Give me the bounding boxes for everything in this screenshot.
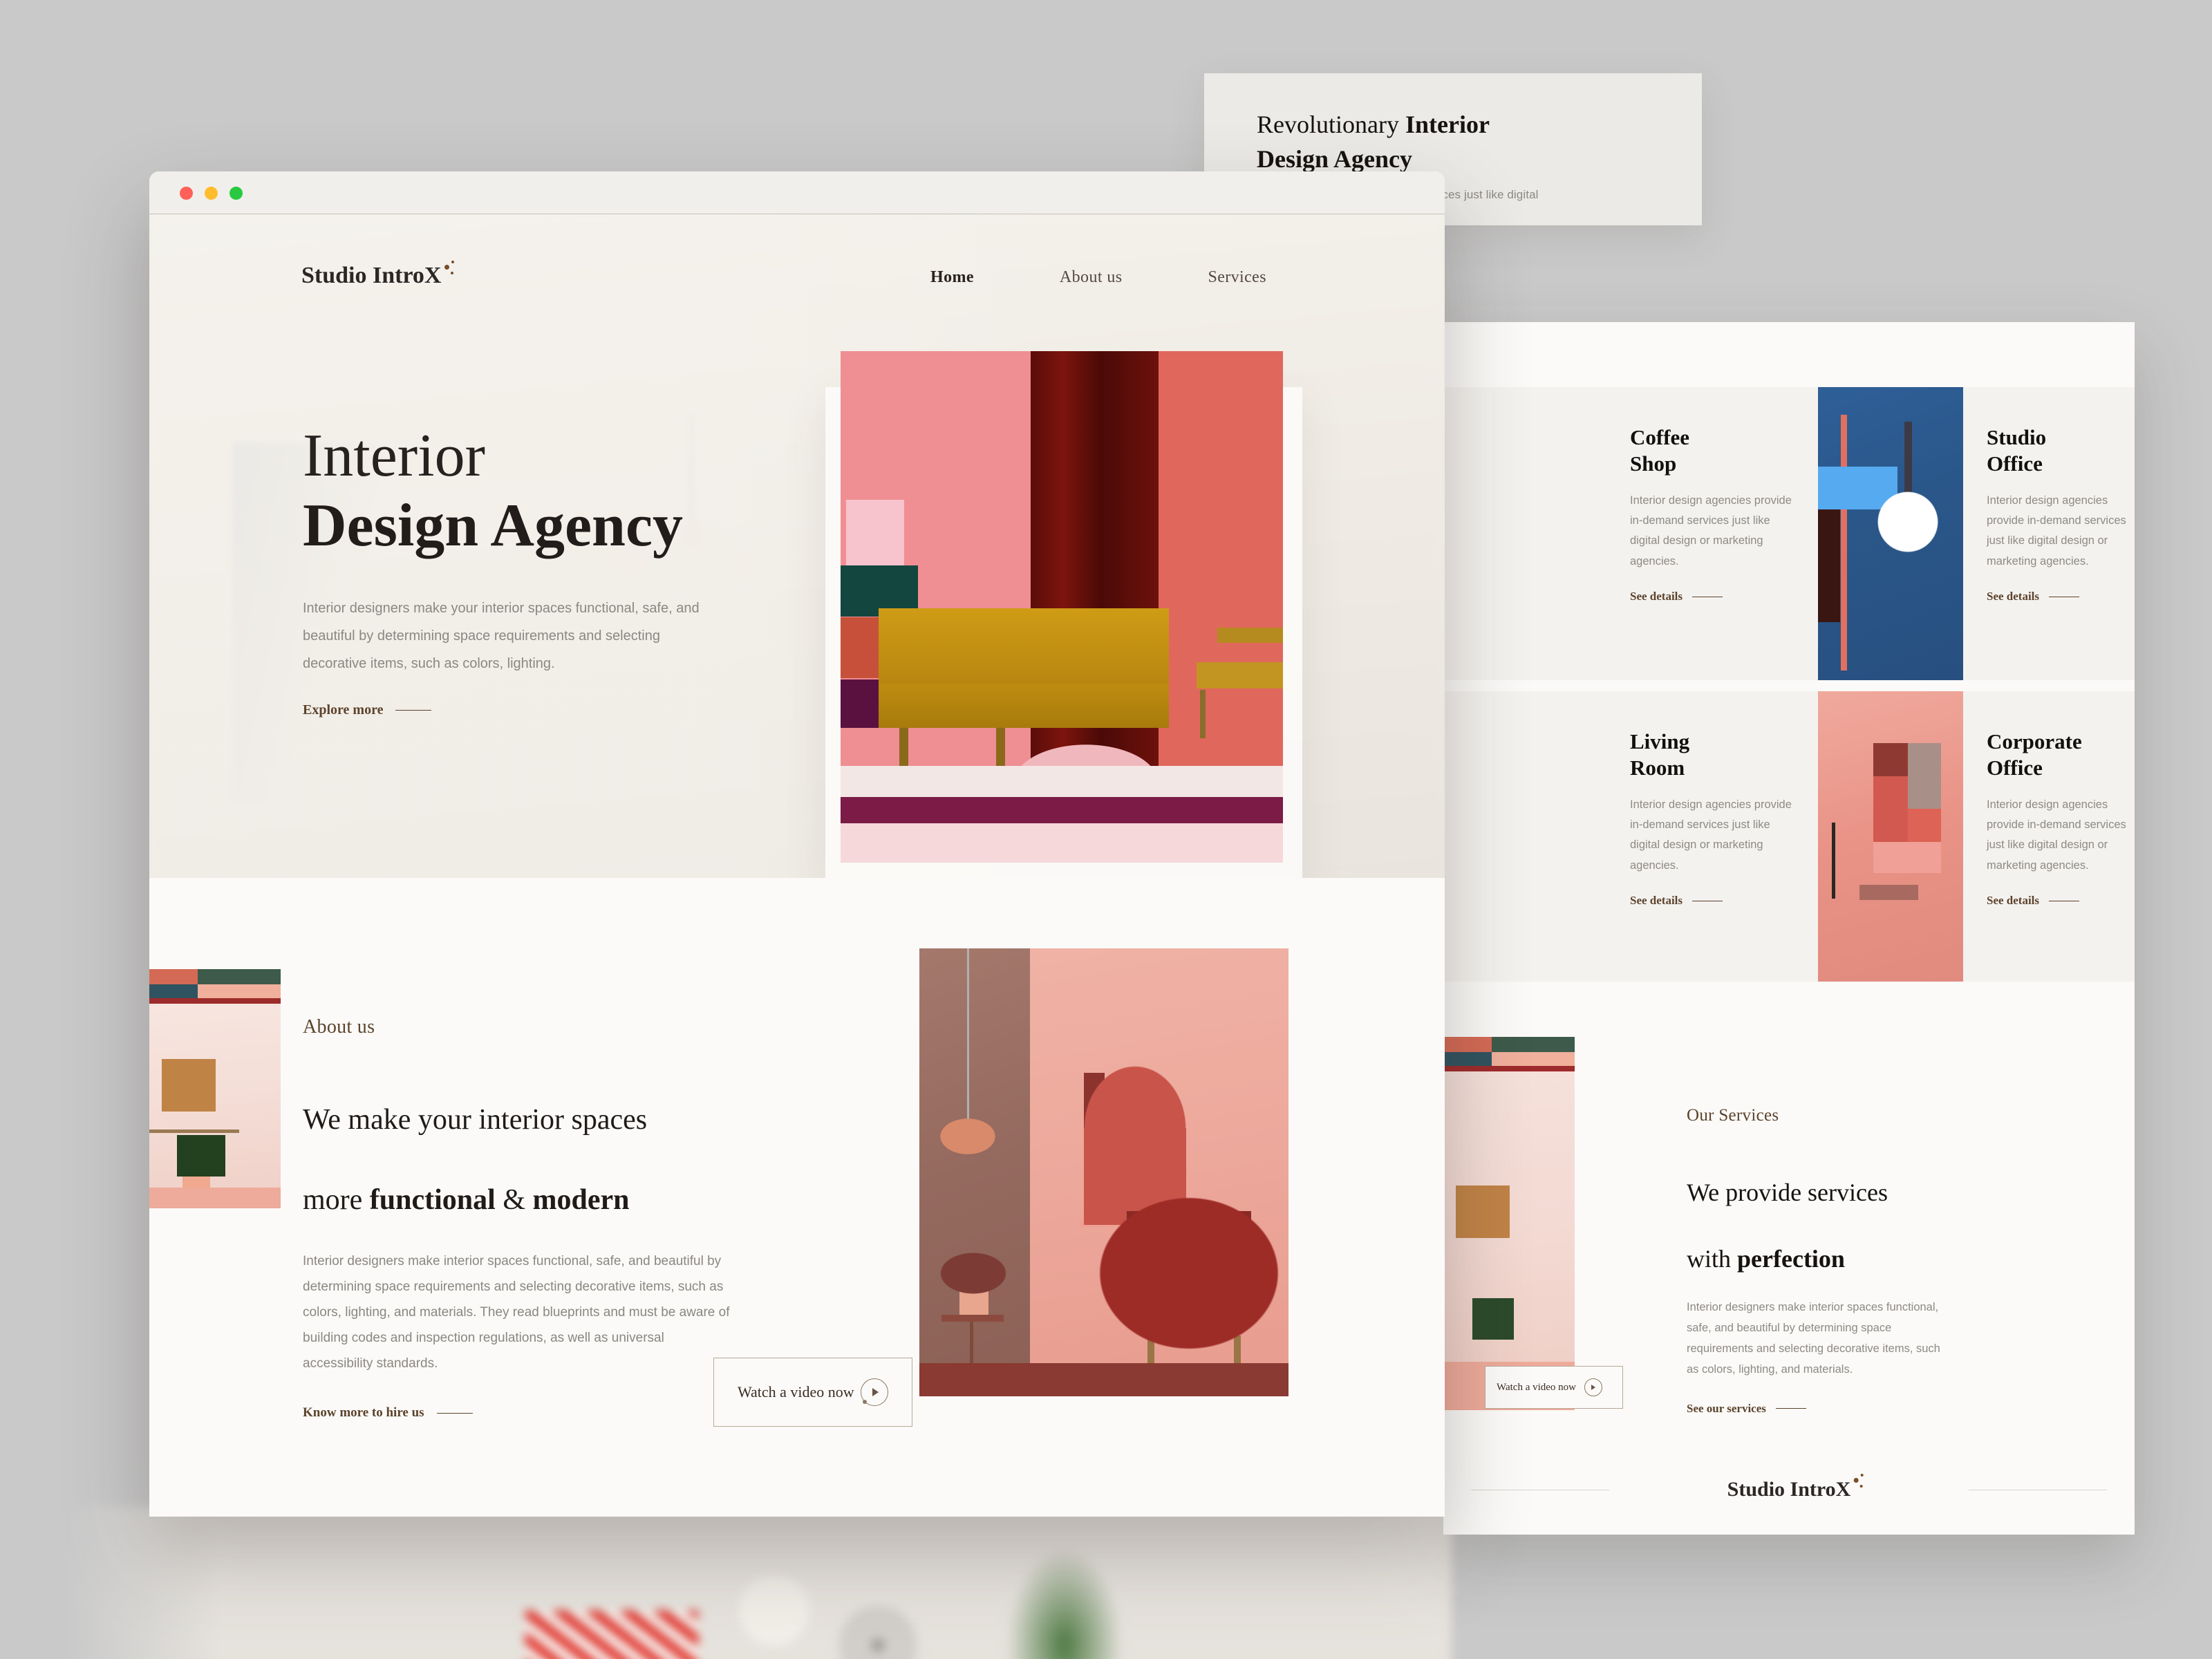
service-card-see-details-link[interactable]: See details (1987, 590, 2080, 603)
close-button-icon[interactable] (180, 187, 193, 200)
about-section: About us We make your interior spaces mo… (149, 878, 1445, 1517)
service-card-image-corporate-office (1818, 691, 1963, 982)
service-card-see-details-link[interactable]: See details (1630, 894, 1723, 908)
site-logo[interactable]: Studio IntroX (301, 261, 454, 289)
about-title-line-1: We make your interior spaces (303, 1103, 648, 1136)
about-image-strip (149, 969, 281, 1208)
hero-copy: Interior Design Agency Interior designer… (303, 423, 773, 718)
know-more-to-hire-us-link[interactable]: Know more to hire us (303, 1405, 473, 1421)
browser-titlebar (149, 171, 1445, 214)
see-details-label: See details (1987, 894, 2040, 908)
secondary-hero-title-bold-1: Interior (1405, 111, 1490, 138)
nav-links: Home About us Services (930, 268, 1266, 287)
service-card-see-details-link[interactable]: See details (1630, 590, 1723, 603)
primary-browser-window[interactable]: Studio IntroX Home About us Services Int… (149, 171, 1445, 1517)
nav-item-about-us[interactable]: About us (1060, 268, 1123, 287)
footer-logo-text: Studio IntroX (1727, 1478, 1851, 1501)
our-services-title-prefix: with (1687, 1244, 1738, 1273)
service-card-see-details-link[interactable]: See details (1987, 894, 2080, 908)
about-title-ampersand: & (495, 1183, 533, 1216)
secondary-footer: Studio IntroX (1443, 1445, 2135, 1535)
hero-paragraph: Interior designers make your interior sp… (303, 601, 700, 672)
secondary-watch-video-button[interactable]: Watch a video now (1485, 1366, 1623, 1409)
hero-title-line-2: Design Agency (303, 492, 683, 560)
explore-more-label: Explore more (303, 702, 384, 718)
see-our-services-label: See our services (1687, 1401, 1766, 1415)
about-copy: About us We make your interior spaces mo… (303, 1016, 745, 1421)
service-card-description: Interior design agencies provide in-dema… (1630, 798, 1792, 872)
our-services-paragraph: Interior designers make interior spaces … (1687, 1300, 1940, 1376)
secondary-services-grid: Coffee Shop Interior design agencies pro… (1443, 387, 2135, 982)
hero-section: Studio IntroX Home About us Services Int… (149, 214, 1445, 878)
service-card-living-room[interactable]: Living Room Interior design agencies pro… (1443, 691, 1818, 982)
arrow-line-icon (395, 710, 432, 711)
see-our-services-link[interactable]: See our services (1687, 1402, 1806, 1416)
service-card-coffee-shop[interactable]: Coffee Shop Interior design agencies pro… (1443, 387, 1818, 680)
our-services-title-bold: perfection (1737, 1244, 1845, 1273)
arrow-line-icon (1775, 1408, 1806, 1409)
service-card-title: Coffee Shop (1630, 425, 1690, 476)
top-navigation: Studio IntroX Home About us Services (149, 250, 1445, 306)
see-details-label: See details (1630, 894, 1683, 908)
hero-image (841, 351, 1283, 863)
about-paragraph: Interior designers make interior spaces … (303, 1253, 730, 1371)
service-card-description: Interior design agencies provide in-dema… (1630, 494, 1792, 568)
secondary-our-services-section: Our Services We provide services with pe… (1687, 1106, 2074, 1416)
our-services-title: We provide services with perfection (1687, 1143, 2074, 1276)
arrow-line-icon (436, 1412, 473, 1414)
secondary-about-image-strip (1443, 1037, 1575, 1410)
service-card-corporate-office[interactable]: Corporate Office Interior design agencie… (1818, 691, 2135, 982)
our-services-eyebrow: Our Services (1687, 1106, 1779, 1125)
secondary-hero-title-plain: Revolutionary (1257, 111, 1405, 138)
our-services-title-line1: We provide services (1687, 1178, 1888, 1206)
nav-item-services[interactable]: Services (1208, 268, 1266, 287)
screenshot-stage: Revolutionary Interior Design Agency ser… (0, 0, 2212, 1659)
footer-logo[interactable]: Studio IntroX (1727, 1474, 1864, 1501)
service-card-description: Interior design agencies provide in-dema… (1987, 798, 2126, 872)
see-details-label: See details (1630, 590, 1683, 603)
about-title-bold-2: modern (532, 1183, 630, 1216)
minimize-button-icon[interactable] (205, 187, 218, 200)
zoom-button-icon[interactable] (229, 187, 243, 200)
see-details-label: See details (1987, 590, 2040, 603)
secondary-hero-card-title: Revolutionary Interior Design Agency (1257, 108, 1644, 176)
about-title-bold-1: functional (369, 1183, 496, 1216)
about-image (919, 948, 1288, 1396)
watch-video-button[interactable]: Watch a video now (713, 1358, 912, 1427)
know-more-label: Know more to hire us (303, 1405, 424, 1421)
play-circle-icon (1584, 1378, 1603, 1396)
watch-video-label: Watch a video now (1497, 1381, 1577, 1393)
play-circle-icon (861, 1378, 888, 1406)
hero-title-line-1: Interior (303, 422, 485, 489)
site-logo-text: Studio IntroX (301, 263, 442, 288)
service-card-image-studio-office (1818, 387, 1963, 680)
secondary-hero-title-bold-2: Design Agency (1257, 144, 1412, 173)
about-title: We make your interior spaces more functi… (303, 1060, 745, 1221)
about-eyebrow: About us (303, 1016, 375, 1038)
service-card-title: Living Room (1630, 729, 1690, 780)
explore-more-link[interactable]: Explore more (303, 702, 432, 718)
service-card-studio-office[interactable]: Studio Office Interior design agencies p… (1818, 387, 2135, 680)
watch-video-label: Watch a video now (738, 1383, 854, 1400)
service-card-title: Studio Office (1987, 425, 2047, 476)
nav-item-home[interactable]: Home (930, 268, 974, 287)
about-title-prefix: more (303, 1183, 370, 1216)
service-card-title: Corporate Office (1987, 729, 2082, 780)
service-card-description: Interior design agencies provide in-dema… (1987, 494, 2126, 568)
